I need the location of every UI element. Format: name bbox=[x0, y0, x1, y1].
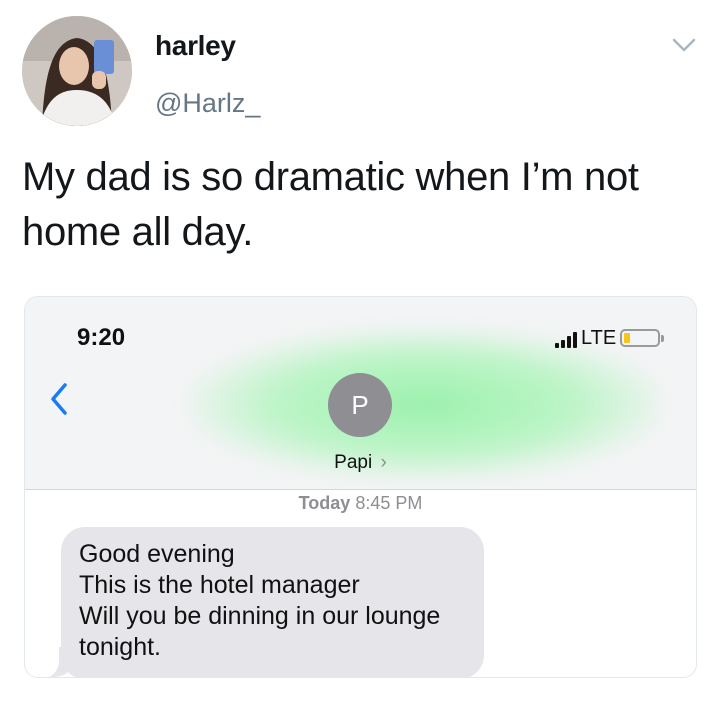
chevron-right-icon: › bbox=[380, 452, 387, 473]
received-message-bubble[interactable]: Good evening This is the hotel manager W… bbox=[61, 527, 484, 677]
chevron-down-icon[interactable] bbox=[668, 32, 700, 58]
message-line: Will you be dinning in our lounge bbox=[79, 602, 441, 630]
tweet-media-screenshot[interactable]: 9:20 LTE P Papi › Today 8:45 PM Good eve… bbox=[24, 296, 697, 678]
contact-name-row[interactable]: Papi › bbox=[25, 452, 696, 474]
user-handle[interactable]: @Harlz_ bbox=[155, 88, 260, 119]
network-label: LTE bbox=[581, 326, 617, 349]
back-chevron-icon[interactable] bbox=[47, 379, 71, 419]
profile-photo bbox=[22, 16, 132, 126]
timestamp-day: Today bbox=[298, 493, 351, 513]
battery-icon bbox=[620, 329, 661, 347]
messages-header: 9:20 LTE P Papi › bbox=[25, 297, 696, 490]
message-line: tonight. bbox=[79, 633, 162, 661]
contact-avatar[interactable]: P bbox=[328, 373, 392, 437]
display-name[interactable]: harley bbox=[155, 30, 236, 62]
signal-icon bbox=[555, 328, 577, 348]
message-timestamp: Today 8:45 PM bbox=[25, 493, 696, 514]
contact-name: Papi bbox=[334, 452, 373, 473]
battery-tip bbox=[661, 334, 665, 342]
timestamp-time: 8:45 PM bbox=[355, 493, 423, 513]
status-indicators: LTE bbox=[555, 325, 665, 351]
profile-avatar[interactable] bbox=[22, 16, 132, 126]
message-line: Good evening bbox=[79, 540, 235, 568]
battery-level bbox=[624, 333, 631, 343]
message-line: This is the hotel manager bbox=[79, 571, 360, 599]
tweet-card: harley @Harlz_ My dad is so dramatic whe… bbox=[0, 0, 718, 703]
tweet-text: My dad is so dramatic when I’m not home … bbox=[22, 155, 639, 254]
status-time: 9:20 bbox=[77, 324, 126, 351]
